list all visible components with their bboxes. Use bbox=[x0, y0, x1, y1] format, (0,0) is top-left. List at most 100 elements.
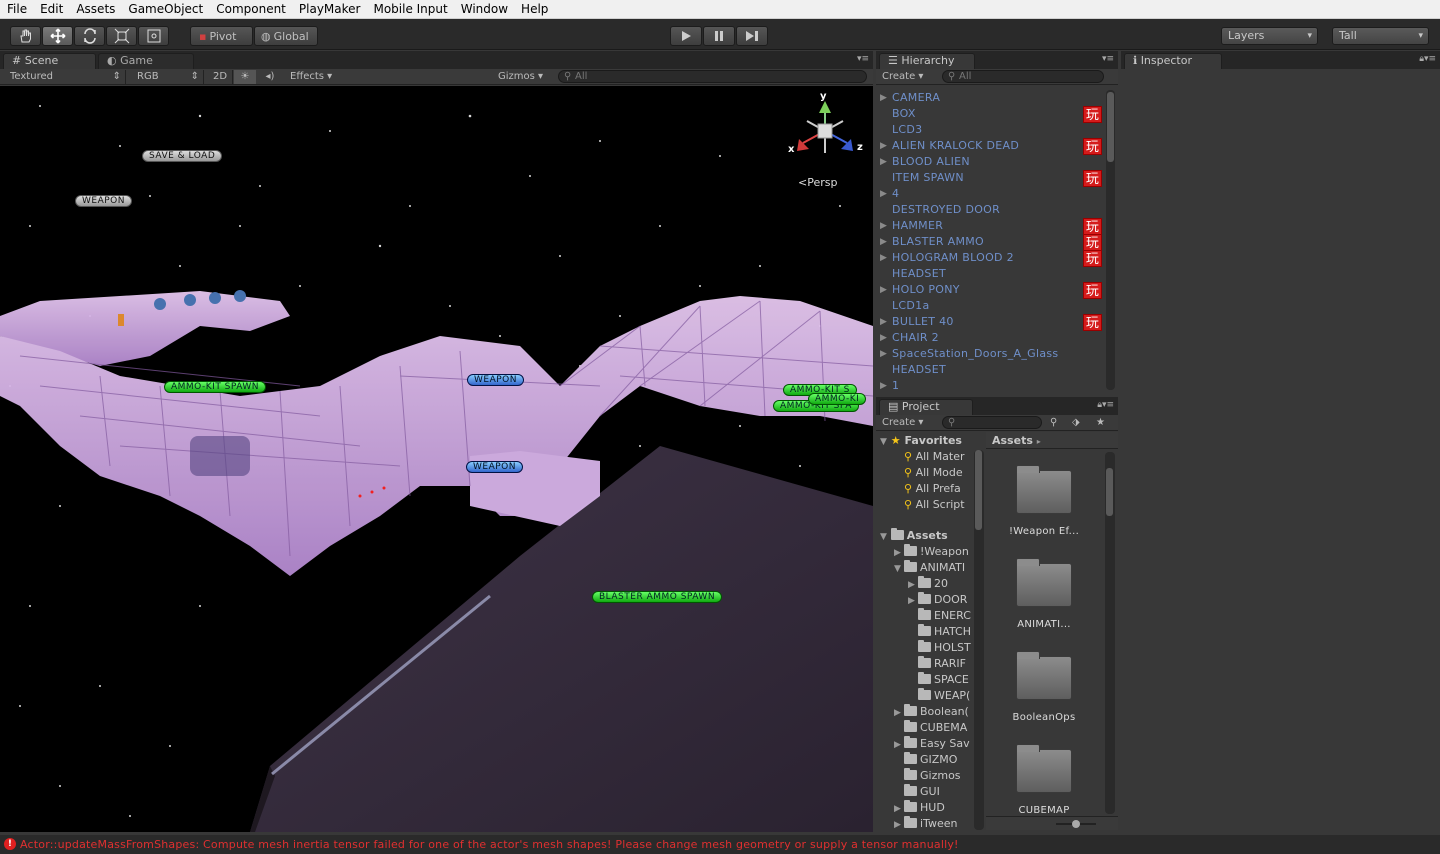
favorite-search-item[interactable]: ⚲ All Mater bbox=[904, 449, 974, 465]
tab-project[interactable]: ▤ Project bbox=[879, 399, 973, 415]
tab-inspector[interactable]: ℹ Inspector bbox=[1124, 53, 1222, 69]
playmaker-fsm-icon[interactable]: 玩 bbox=[1083, 250, 1102, 267]
hierarchy-item[interactable]: DESTROYED DOOR bbox=[876, 202, 1106, 218]
menu-file[interactable]: File bbox=[0, 2, 33, 16]
hierarchy-item[interactable]: ▶ CHAIR 2 bbox=[876, 330, 1106, 346]
expand-arrow-icon[interactable]: ▶ bbox=[880, 218, 887, 234]
menu-gameobject[interactable]: GameObject bbox=[121, 2, 209, 16]
scene-viewport[interactable]: y x z <Persp SAVE & LOAD WEAPON AMMO-KIT… bbox=[0, 86, 873, 832]
hierarchy-scrollbar[interactable] bbox=[1106, 90, 1115, 390]
playmaker-fsm-icon[interactable]: 玩 bbox=[1083, 218, 1102, 235]
project-tree-scrollbar[interactable] bbox=[974, 450, 984, 830]
rendermode-dropdown[interactable]: RGB ⇕ bbox=[130, 70, 204, 84]
favorite-search-item[interactable]: ⚲ All Prefa bbox=[904, 481, 974, 497]
layers-dropdown[interactable]: Layers bbox=[1221, 27, 1318, 45]
playmaker-fsm-icon[interactable]: 玩 bbox=[1083, 234, 1102, 251]
zoom-slider-handle[interactable] bbox=[1072, 820, 1080, 828]
favorite-search-item[interactable]: ⚲ All Script bbox=[904, 497, 974, 513]
assets-root[interactable]: ▼ Assets bbox=[880, 528, 974, 544]
tab-game[interactable]: ◐ Game bbox=[98, 53, 194, 69]
asset-folder-item[interactable]: ENERC bbox=[908, 608, 974, 624]
asset-folder-item[interactable]: WEAP( bbox=[908, 688, 974, 704]
project-tree-scroll-thumb[interactable] bbox=[975, 450, 982, 530]
menu-component[interactable]: Component bbox=[209, 2, 292, 16]
hierarchy-item[interactable]: ▶ BULLET 40 玩 bbox=[876, 314, 1106, 331]
hierarchy-item[interactable]: ▶ SpaceStation_Doors_A_Glass bbox=[876, 346, 1106, 362]
project-menu-icon[interactable]: ▾≡ bbox=[1102, 400, 1114, 410]
expand-arrow-icon[interactable]: ▶ bbox=[880, 90, 887, 106]
project-grid-scrollbar[interactable] bbox=[1105, 452, 1115, 814]
asset-folder-item[interactable]: RARIF bbox=[908, 656, 974, 672]
label-weapon-top[interactable]: WEAPON bbox=[75, 195, 132, 207]
toggle-2d-button[interactable]: 2D bbox=[208, 70, 233, 84]
playmaker-fsm-icon[interactable]: 玩 bbox=[1083, 106, 1102, 123]
expand-arrow-icon[interactable]: ▶ bbox=[880, 378, 887, 394]
playmaker-fsm-icon[interactable]: 玩 bbox=[1083, 170, 1102, 187]
layout-dropdown[interactable]: Tall bbox=[1332, 27, 1429, 45]
asset-folder-item[interactable]: HOLST bbox=[908, 640, 974, 656]
hierarchy-scroll-thumb[interactable] bbox=[1107, 92, 1114, 162]
project-grid-scroll-thumb[interactable] bbox=[1106, 468, 1113, 516]
label-ammo-kit-spawn[interactable]: AMMO-KIT SPAWN bbox=[164, 381, 267, 393]
scene-search-input[interactable]: ⚲ All bbox=[558, 70, 867, 83]
console-status-bar[interactable]: ! Actor::updateMassFromShapes: Compute m… bbox=[0, 835, 1440, 854]
scene-orientation-gizmo[interactable] bbox=[785, 91, 865, 171]
asset-folder-item[interactable]: ▼ ANIMATI bbox=[894, 560, 974, 576]
asset-folder-item[interactable]: ▶ DOOR bbox=[908, 592, 974, 608]
folder-large-icon[interactable] bbox=[1016, 465, 1072, 514]
scene-panel-menu-icon[interactable]: ▾≡ bbox=[857, 54, 869, 64]
folder-large-icon[interactable] bbox=[1016, 651, 1072, 700]
folder-large-icon[interactable] bbox=[1016, 744, 1072, 793]
favorites-header[interactable]: ▼ ★ Favorites bbox=[880, 433, 974, 449]
expand-arrow-icon[interactable]: ▶ bbox=[880, 154, 887, 170]
effects-dropdown[interactable]: Effects ▾ bbox=[286, 70, 340, 84]
hierarchy-item[interactable]: ▶ HAMMER 玩 bbox=[876, 218, 1106, 235]
pivot-toggle[interactable]: ▪ Pivot bbox=[190, 26, 253, 46]
playmaker-fsm-icon[interactable]: 玩 bbox=[1083, 282, 1102, 299]
hierarchy-item[interactable]: ▶ 4 bbox=[876, 186, 1106, 202]
folder-expand-arrow-icon[interactable]: ▼ bbox=[894, 561, 904, 576]
expand-arrow-icon[interactable]: ▶ bbox=[880, 282, 887, 298]
menu-help[interactable]: Help bbox=[514, 2, 554, 16]
asset-folder-item[interactable]: GIZMO bbox=[894, 752, 974, 768]
folder-expand-arrow-icon[interactable]: ▶ bbox=[908, 593, 918, 608]
expand-arrow-icon[interactable]: ▶ bbox=[880, 186, 887, 202]
gizmos-dropdown[interactable]: Gizmos ▾ bbox=[498, 70, 552, 84]
folder-expand-arrow-icon[interactable]: ▶ bbox=[894, 817, 904, 832]
shading-dropdown[interactable]: Textured ⇕ bbox=[4, 70, 126, 84]
project-create-button[interactable]: Create ▾ bbox=[882, 416, 936, 430]
folder-expand-arrow-icon[interactable]: ▶ bbox=[908, 577, 918, 592]
expand-arrow-icon[interactable]: ▶ bbox=[880, 250, 887, 266]
folder-expand-arrow-icon[interactable]: ▶ bbox=[894, 737, 904, 752]
scale-tool-button[interactable] bbox=[106, 26, 137, 46]
favorite-star-icon[interactable]: ★ bbox=[1096, 416, 1105, 430]
filter-label-icon[interactable]: ⬗ bbox=[1072, 416, 1080, 430]
folder-expand-arrow-icon[interactable]: ▶ bbox=[894, 545, 904, 560]
hierarchy-item[interactable]: ▶ ALIEN KRALOCK DEAD 玩 bbox=[876, 138, 1106, 155]
favorite-search-item[interactable]: ⚲ All Mode bbox=[904, 465, 974, 481]
persp-label[interactable]: <Persp bbox=[798, 176, 837, 189]
hierarchy-item[interactable]: ▶ BLASTER AMMO 玩 bbox=[876, 234, 1106, 251]
hierarchy-item[interactable]: HEADSET bbox=[876, 266, 1106, 282]
label-weapon-mid[interactable]: WEAPON bbox=[467, 374, 524, 386]
hierarchy-item[interactable]: ITEM SPAWN 玩 bbox=[876, 170, 1106, 187]
hierarchy-menu-icon[interactable]: ▾≡ bbox=[1102, 54, 1114, 64]
menu-edit[interactable]: Edit bbox=[33, 2, 69, 16]
asset-folder-item[interactable]: Gizmos bbox=[894, 768, 974, 784]
folder-large-icon[interactable] bbox=[1016, 558, 1072, 607]
hand-tool-button[interactable] bbox=[10, 26, 41, 46]
hierarchy-create-button[interactable]: Create ▾ bbox=[882, 70, 936, 84]
project-search-input[interactable]: ⚲ bbox=[942, 416, 1042, 429]
audio-toggle[interactable]: ◂) bbox=[258, 70, 282, 84]
hierarchy-item[interactable]: LCD3 bbox=[876, 122, 1106, 138]
inspector-menu-icon[interactable]: ▾≡ bbox=[1424, 54, 1436, 64]
hierarchy-item[interactable]: HEADSET bbox=[876, 362, 1106, 378]
tab-hierarchy[interactable]: ☰ Hierarchy bbox=[879, 53, 975, 69]
menu-assets[interactable]: Assets bbox=[69, 2, 121, 16]
play-button[interactable] bbox=[670, 26, 702, 46]
label-ammo-kit-right-b[interactable]: AMMO-KI bbox=[808, 393, 867, 405]
asset-folder-item[interactable]: ▶ !Weapon bbox=[894, 544, 974, 560]
rect-tool-button[interactable] bbox=[138, 26, 169, 46]
global-toggle[interactable]: ◍ Global bbox=[254, 26, 318, 46]
project-breadcrumb[interactable]: Assets ▸ bbox=[986, 432, 1118, 449]
